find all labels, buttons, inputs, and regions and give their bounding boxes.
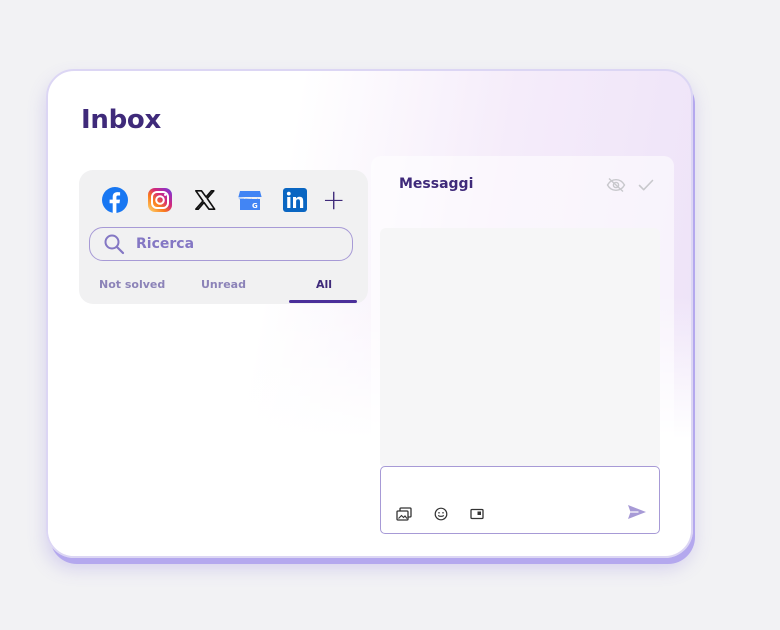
message-composer[interactable] [380, 466, 660, 534]
message-input[interactable] [389, 473, 619, 501]
tab-unread[interactable]: Unread [201, 278, 246, 291]
composer-tools [396, 507, 506, 521]
x-icon[interactable] [191, 186, 219, 214]
conversations-panel: G + Not solved Unread A [79, 170, 368, 304]
search-icon [104, 234, 125, 255]
messages-area [380, 228, 660, 468]
filter-tabs: Not solved Unread All [79, 276, 368, 304]
emoji-icon[interactable] [434, 507, 448, 521]
tab-not-solved[interactable]: Not solved [99, 278, 165, 291]
social-channel-row: G + [101, 186, 345, 214]
messages-title: Messaggi [399, 176, 474, 192]
eye-off-icon[interactable] [606, 177, 626, 193]
messages-panel: Messaggi [371, 156, 674, 536]
svg-text:G: G [252, 202, 258, 210]
search-box[interactable] [89, 227, 353, 261]
search-input[interactable] [136, 236, 336, 252]
instagram-icon[interactable] [146, 186, 174, 214]
media-icon[interactable] [396, 507, 412, 521]
inbox-card: Inbox G + Ricerca Not solved Unread All … [46, 69, 693, 558]
page-title: Inbox [81, 105, 161, 135]
message-actions [594, 177, 654, 193]
linkedin-icon[interactable] [281, 186, 309, 214]
folder-icon[interactable] [470, 508, 484, 520]
google-business-icon[interactable]: G [236, 186, 264, 214]
add-channel-button[interactable]: + [322, 186, 345, 214]
send-icon[interactable] [627, 504, 647, 520]
facebook-icon[interactable] [101, 186, 129, 214]
tab-all[interactable]: All [316, 278, 332, 291]
active-tab-indicator [289, 300, 357, 303]
check-icon[interactable] [638, 178, 654, 192]
